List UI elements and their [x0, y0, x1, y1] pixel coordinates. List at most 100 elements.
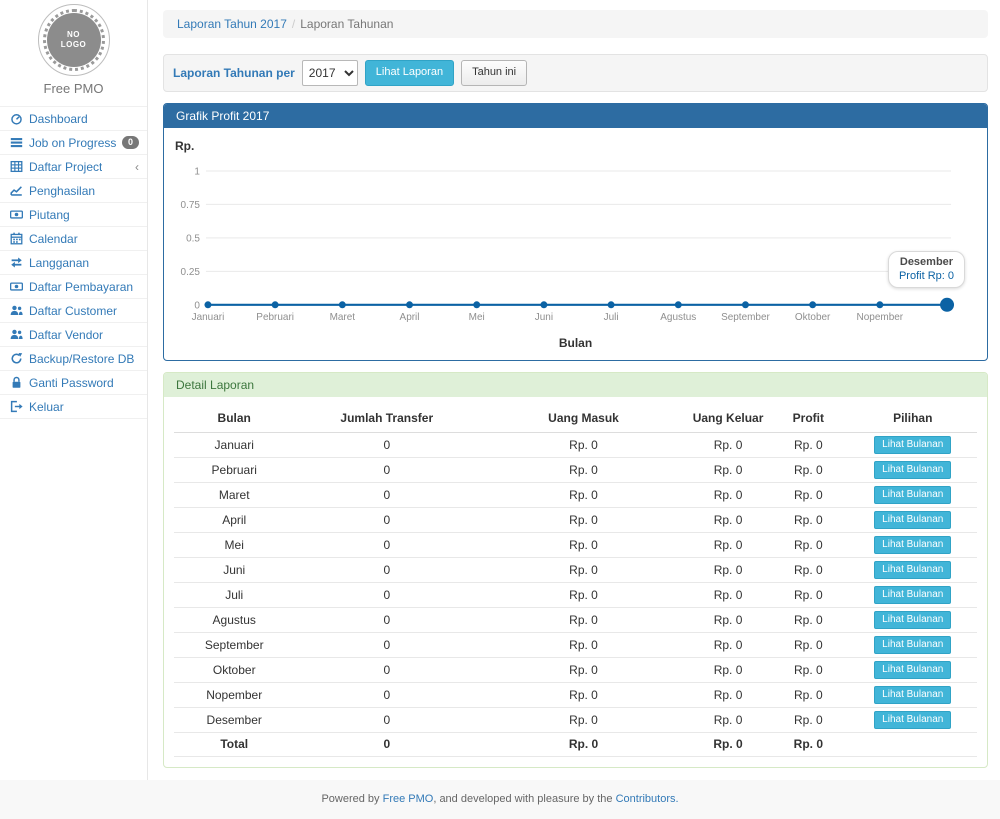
- column-header: Jumlah Transfer: [294, 405, 479, 433]
- table-cell: 0: [294, 457, 479, 482]
- footer-text: Powered by: [321, 793, 382, 805]
- logo-text: LOGO: [61, 40, 87, 50]
- svg-text:September: September: [721, 312, 770, 323]
- report-table-body: Januari0Rp. 0Rp. 0Rp. 0Lihat BulananPebr…: [174, 432, 977, 732]
- table-cell: Rp. 0: [688, 432, 768, 457]
- lihat-bulanan-button[interactable]: Lihat Bulanan: [874, 461, 951, 479]
- lihat-bulanan-button[interactable]: Lihat Bulanan: [874, 711, 951, 729]
- table-row: September0Rp. 0Rp. 0Rp. 0Lihat Bulanan: [174, 632, 977, 657]
- total-cell: 0: [294, 732, 479, 756]
- lihat-bulanan-button[interactable]: Lihat Bulanan: [874, 586, 951, 604]
- table-cell: Rp. 0: [479, 682, 688, 707]
- total-cell: Rp. 0: [688, 732, 768, 756]
- retweet-icon: [9, 256, 23, 269]
- money-icon: [9, 280, 23, 293]
- sidebar-item-label: Dashboard: [29, 112, 88, 126]
- sidebar-item-backup-restore-db[interactable]: Backup/Restore DB: [0, 347, 147, 371]
- total-cell: Total: [174, 732, 294, 756]
- free-pmo-link[interactable]: Free PMO: [383, 793, 434, 805]
- lihat-bulanan-button[interactable]: Lihat Bulanan: [874, 636, 951, 654]
- year-select[interactable]: 2017: [302, 60, 358, 86]
- sidebar-item-calendar[interactable]: Calendar: [0, 227, 147, 251]
- lihat-laporan-button[interactable]: Lihat Laporan: [365, 60, 454, 85]
- table-cell: Rp. 0: [768, 507, 848, 532]
- table-cell: 0: [294, 507, 479, 532]
- contributors-link[interactable]: Contributors.: [616, 793, 679, 805]
- x-axis-title: Bulan: [174, 336, 977, 350]
- table-cell: Rp. 0: [768, 457, 848, 482]
- count-badge: 0: [122, 136, 139, 149]
- lihat-bulanan-button[interactable]: Lihat Bulanan: [874, 611, 951, 629]
- tahun-ini-button[interactable]: Tahun ini: [461, 60, 527, 85]
- table-cell: 0: [294, 557, 479, 582]
- chart-panel-title: Grafik Profit 2017: [164, 104, 987, 128]
- breadcrumb-separator: /: [287, 17, 300, 31]
- svg-text:0.5: 0.5: [186, 233, 200, 244]
- lihat-bulanan-button[interactable]: Lihat Bulanan: [874, 661, 951, 679]
- sidebar-item-langganan[interactable]: Langganan: [0, 251, 147, 275]
- table-cell: Juni: [174, 557, 294, 582]
- lihat-bulanan-button[interactable]: Lihat Bulanan: [874, 561, 951, 579]
- users-icon: [9, 328, 23, 341]
- sidebar-item-job-on-progress[interactable]: Job on Progress 0: [0, 131, 147, 155]
- lihat-bulanan-button[interactable]: Lihat Bulanan: [874, 511, 951, 529]
- line-chart-icon: [9, 184, 23, 197]
- table-action-cell: Lihat Bulanan: [848, 507, 977, 532]
- table-row: Nopember0Rp. 0Rp. 0Rp. 0Lihat Bulanan: [174, 682, 977, 707]
- table-cell: 0: [294, 532, 479, 557]
- profit-chart-svg[interactable]: 00.250.50.751JanuariPebruariMaretAprilMe…: [174, 154, 977, 330]
- sidebar-item-daftar-vendor[interactable]: Daftar Vendor: [0, 323, 147, 347]
- brand-area: NO LOGO Free PMO: [0, 0, 147, 106]
- sidebar-item-piutang[interactable]: Piutang: [0, 203, 147, 227]
- sidebar-item-penghasilan[interactable]: Penghasilan: [0, 179, 147, 203]
- table-action-cell: Lihat Bulanan: [848, 682, 977, 707]
- table-cell: Januari: [174, 432, 294, 457]
- tasks-icon: [9, 136, 23, 149]
- table-cell: Rp. 0: [688, 632, 768, 657]
- table-cell: September: [174, 632, 294, 657]
- svg-text:Oktober: Oktober: [795, 312, 831, 323]
- svg-text:0.75: 0.75: [181, 200, 201, 211]
- table-cell: 0: [294, 432, 479, 457]
- svg-text:Mei: Mei: [469, 312, 485, 323]
- sidebar-item-label: Piutang: [29, 208, 70, 222]
- table-cell: Oktober: [174, 657, 294, 682]
- total-cell: Rp. 0: [768, 732, 848, 756]
- table-cell: Rp. 0: [479, 582, 688, 607]
- table-header-row: Bulan Jumlah Transfer Uang Masuk Uang Ke…: [174, 405, 977, 433]
- table-cell: 0: [294, 657, 479, 682]
- svg-text:Juni: Juni: [535, 312, 553, 323]
- profit-chart: 00.250.50.751JanuariPebruariMaretAprilMe…: [174, 154, 977, 330]
- table-row: April0Rp. 0Rp. 0Rp. 0Lihat Bulanan: [174, 507, 977, 532]
- sidebar-item-label: Backup/Restore DB: [29, 352, 134, 366]
- lihat-bulanan-button[interactable]: Lihat Bulanan: [874, 436, 951, 454]
- logo-text: NO: [67, 30, 80, 40]
- lihat-bulanan-button[interactable]: Lihat Bulanan: [874, 686, 951, 704]
- table-cell: Pebruari: [174, 457, 294, 482]
- table-cell: Rp. 0: [688, 682, 768, 707]
- sidebar-item-ganti-password[interactable]: Ganti Password: [0, 371, 147, 395]
- breadcrumb: Laporan Tahun 2017/Laporan Tahunan: [163, 10, 988, 38]
- report-table: Bulan Jumlah Transfer Uang Masuk Uang Ke…: [174, 405, 977, 757]
- table-action-cell: Lihat Bulanan: [848, 657, 977, 682]
- sidebar-item-daftar-customer[interactable]: Daftar Customer: [0, 299, 147, 323]
- svg-text:0.25: 0.25: [181, 267, 201, 278]
- sidebar-item-dashboard[interactable]: Dashboard: [0, 107, 147, 131]
- table-cell: Rp. 0: [768, 682, 848, 707]
- sidebar-item-keluar[interactable]: Keluar: [0, 395, 147, 419]
- lihat-bulanan-button[interactable]: Lihat Bulanan: [874, 486, 951, 504]
- table-row: Pebruari0Rp. 0Rp. 0Rp. 0Lihat Bulanan: [174, 457, 977, 482]
- svg-text:0: 0: [194, 300, 200, 311]
- table-row: Maret0Rp. 0Rp. 0Rp. 0Lihat Bulanan: [174, 482, 977, 507]
- sidebar-item-label: Ganti Password: [29, 376, 114, 390]
- table-icon: [9, 160, 23, 173]
- svg-text:Maret: Maret: [330, 312, 356, 323]
- svg-text:April: April: [400, 312, 420, 323]
- table-action-cell: Lihat Bulanan: [848, 632, 977, 657]
- lihat-bulanan-button[interactable]: Lihat Bulanan: [874, 536, 951, 554]
- sidebar-item-label: Daftar Project: [29, 160, 102, 174]
- breadcrumb-link-laporan-tahun[interactable]: Laporan Tahun 2017: [177, 17, 287, 31]
- table-cell: Mei: [174, 532, 294, 557]
- sidebar-item-daftar-project[interactable]: Daftar Project ‹: [0, 155, 147, 179]
- sidebar-item-daftar-pembayaran[interactable]: Daftar Pembayaran: [0, 275, 147, 299]
